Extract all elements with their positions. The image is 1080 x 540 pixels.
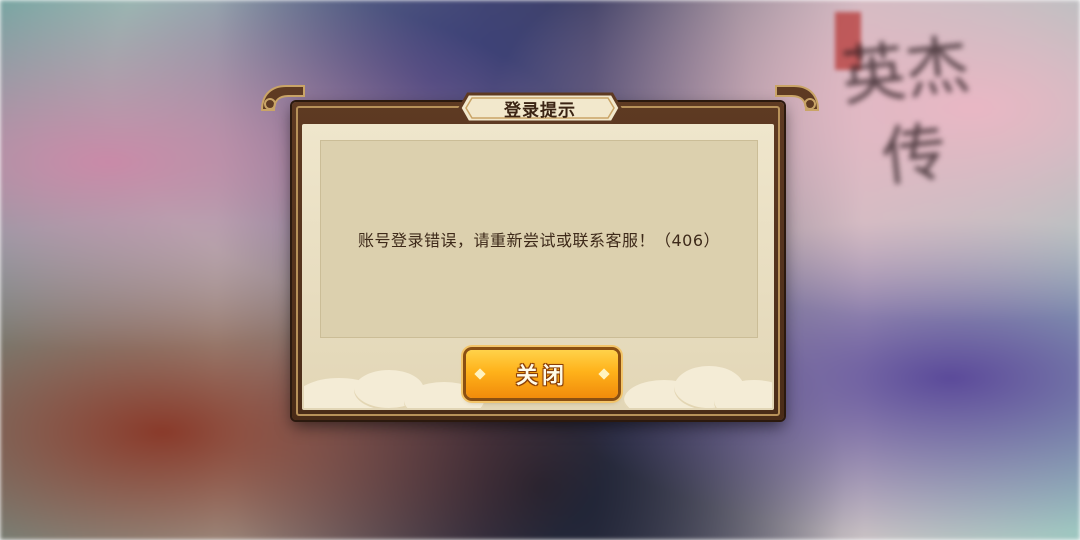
diamond-icon	[474, 368, 486, 380]
background-title-art: 英杰传	[838, 28, 974, 196]
left-corner-ornament-icon	[260, 85, 305, 111]
right-corner-ornament-icon	[775, 85, 820, 111]
error-message: 账号登录错误，请重新尝试或联系客服！（406）	[357, 231, 721, 250]
dialog-title: 登录提示	[504, 100, 576, 121]
dialog-title-plaque: 登录提示	[458, 92, 622, 124]
close-button[interactable]: 关闭	[466, 350, 618, 398]
message-panel: 账号登录错误，请重新尝试或联系客服！（406）	[320, 140, 758, 338]
diamond-icon	[598, 368, 610, 380]
close-button-label: 关闭	[515, 364, 568, 389]
